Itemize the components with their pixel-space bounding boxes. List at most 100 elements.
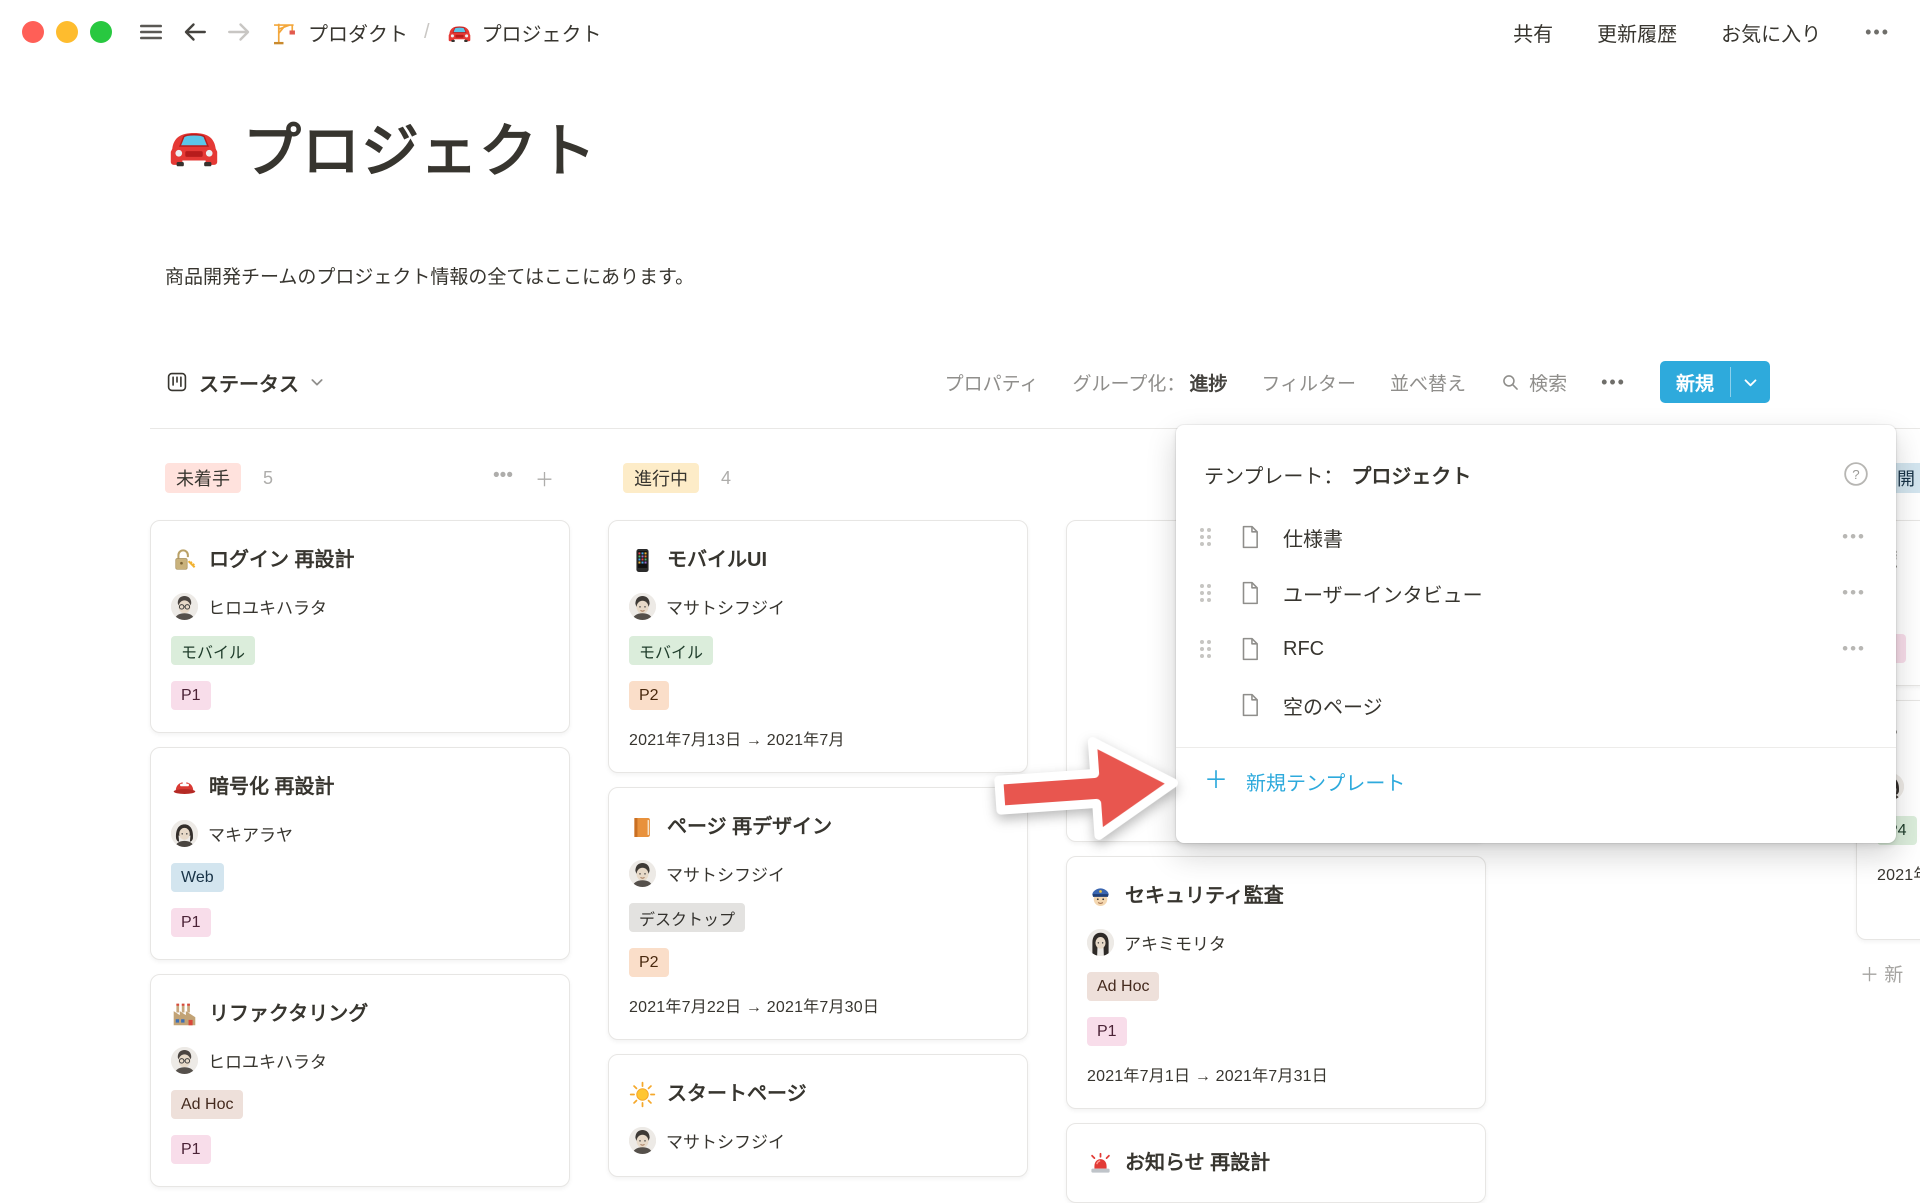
column-header: 未着手5•••＋ xyxy=(150,462,570,494)
car-icon xyxy=(446,19,473,46)
breadcrumb: プロダクト/プロジェクト xyxy=(272,18,602,47)
toolbar-item-グループ化[interactable]: グループ化：進捗 xyxy=(1073,369,1228,396)
card-person: マサトシフジイ xyxy=(629,593,1007,620)
card-title: 暗号化 再設計 xyxy=(209,770,335,804)
board-card[interactable]: リファクタリングヒロユキハラタAd HocP1 xyxy=(150,974,570,1187)
topbar-action-お気に入り[interactable]: お気に入り xyxy=(1721,18,1821,47)
board-card[interactable]: お知らせ 再設計 xyxy=(1066,1123,1486,1203)
police-icon xyxy=(1087,883,1114,910)
column-header: 進行中 4 xyxy=(608,462,1028,494)
breadcrumb-item[interactable]: プロジェクト xyxy=(446,18,602,47)
tag-pill: Ad Hoc xyxy=(171,1090,243,1119)
tag-pill: P1 xyxy=(171,908,211,937)
window-controls xyxy=(22,21,112,43)
board-card[interactable]: セキュリティ監査アキミモリタAd HocP12021年7月1日 → 2021年7… xyxy=(1066,856,1486,1109)
window-titlebar: プロダクト/プロジェクト 共有 更新履歴 お気に入り ••• xyxy=(0,0,1920,64)
new-button-group: 新規 xyxy=(1660,361,1770,403)
card-dates-fragment: 2021年 xyxy=(1877,861,1920,885)
card-title: リファクタリング xyxy=(209,997,368,1031)
card-dates: 2021年7月13日 → 2021年7月 xyxy=(629,726,1007,750)
view-label: ステータス xyxy=(199,368,299,397)
template-item-RFC[interactable]: RFC••• xyxy=(1176,621,1896,677)
topbar-action-共有[interactable]: 共有 xyxy=(1513,18,1553,47)
topbar-action-更新履歴[interactable]: 更新履歴 xyxy=(1597,18,1677,47)
column-more-button[interactable]: ••• xyxy=(493,465,513,492)
tag-pill: P1 xyxy=(1087,1017,1127,1046)
column-status-badge: 進行中 xyxy=(623,463,699,493)
page-icon xyxy=(1237,692,1263,718)
tag-pill: モバイル xyxy=(171,636,255,665)
template-item-空のページ[interactable]: 空のページ xyxy=(1176,677,1896,733)
board-view-icon xyxy=(165,370,189,394)
column-add-button[interactable]: ＋ xyxy=(535,465,554,492)
board-card[interactable]: ページ 再デザインマサトシフジイデスクトップP22021年7月22日 → 202… xyxy=(608,787,1028,1040)
column-count: 4 xyxy=(721,468,731,489)
breadcrumb-item[interactable]: プロダクト xyxy=(272,18,408,47)
drag-handle-icon[interactable] xyxy=(1200,528,1215,546)
board-card[interactable]: ログイン 再設計ヒロユキハラタモバイルP1 xyxy=(150,520,570,733)
forward-arrow-icon[interactable] xyxy=(224,17,254,47)
card-title: モバイルUI xyxy=(667,543,767,577)
zoom-window-button[interactable] xyxy=(90,21,112,43)
template-item-more-button[interactable]: ••• xyxy=(1842,583,1866,603)
search-button[interactable]: 検索 xyxy=(1500,369,1567,396)
drag-handle-icon[interactable] xyxy=(1200,640,1215,658)
view-switcher[interactable]: ステータス xyxy=(165,368,325,397)
toolbar-item-プロパティ[interactable]: プロパティ xyxy=(945,369,1039,396)
page-car-icon[interactable] xyxy=(165,117,223,175)
avatar xyxy=(171,820,198,847)
avatar xyxy=(629,860,656,887)
drag-handle-icon[interactable] xyxy=(1200,584,1215,602)
toolbar-item-value: 進捗 xyxy=(1189,374,1227,395)
card-title: セキュリティ監査 xyxy=(1125,879,1284,913)
sun-icon xyxy=(629,1081,656,1108)
board-card[interactable]: スタートページマサトシフジイ xyxy=(608,1054,1028,1177)
new-button[interactable]: 新規 xyxy=(1660,361,1730,403)
minimize-window-button[interactable] xyxy=(56,21,78,43)
page-title: プロジェクト xyxy=(243,104,597,188)
tag-pill: デスクトップ xyxy=(629,903,745,932)
page-icon xyxy=(1237,636,1263,662)
page-icon xyxy=(1237,524,1263,550)
topbar-actions: 共有 更新履歴 お気に入り ••• xyxy=(1513,18,1890,47)
avatar xyxy=(1087,929,1114,956)
card-person: マキアラヤ xyxy=(171,820,549,847)
tag-pill: Web xyxy=(171,863,224,892)
kanban-column-not-started: 未着手5•••＋ログイン 再設計ヒロユキハラタモバイルP1暗号化 再設計マキアラ… xyxy=(150,462,570,1187)
new-button-chevron[interactable] xyxy=(1731,361,1770,403)
template-item-ユーザーインタビュー[interactable]: ユーザーインタビュー••• xyxy=(1176,565,1896,621)
person-name: アキミモリタ xyxy=(1124,930,1226,955)
person-name: マサトシフジイ xyxy=(666,594,785,619)
toolbar-item-フィルター[interactable]: フィルター xyxy=(1261,369,1356,396)
view-toolbar: ステータス プロパティ グループ化：進捗 フィルター 並べ替え 検索 ••• 新規 xyxy=(150,356,1770,408)
help-icon[interactable]: ? xyxy=(1842,460,1870,488)
avatar xyxy=(171,593,198,620)
card-person: ヒロユキハラタ xyxy=(171,1047,549,1074)
avatar xyxy=(629,1127,656,1154)
toolbar-more-button[interactable]: ••• xyxy=(1601,372,1626,393)
person-name: マキアラヤ xyxy=(208,821,293,846)
tag-pill: P1 xyxy=(171,681,211,710)
template-popup-header: テンプレート： プロジェクト ? xyxy=(1176,425,1896,509)
tag-pill: Ad Hoc xyxy=(1087,972,1159,1001)
avatar xyxy=(171,1047,198,1074)
template-item-仕様書[interactable]: 仕様書••• xyxy=(1176,509,1896,565)
template-item-more-button[interactable]: ••• xyxy=(1842,527,1866,547)
template-item-more-button[interactable]: ••• xyxy=(1842,639,1866,659)
search-icon xyxy=(1500,372,1521,393)
column-status-badge: 未着手 xyxy=(165,463,241,493)
factory-icon xyxy=(171,1001,198,1028)
back-arrow-icon[interactable] xyxy=(180,17,210,47)
toolbar-item-並べ替え[interactable]: 並べ替え xyxy=(1390,369,1466,396)
topbar-more-button[interactable]: ••• xyxy=(1865,22,1890,43)
book-icon xyxy=(629,814,656,841)
siren-icon xyxy=(1087,1150,1114,1177)
search-label: 検索 xyxy=(1529,369,1567,396)
sidebar-menu-icon[interactable] xyxy=(136,17,166,47)
close-window-button[interactable] xyxy=(22,21,44,43)
board-card[interactable]: モバイルUIマサトシフジイモバイルP22021年7月13日 → 2021年7月 xyxy=(608,520,1028,773)
new-template-button[interactable]: ＋ 新規テンプレート xyxy=(1176,748,1896,814)
board-card[interactable]: 暗号化 再設計マキアラヤ Web P1 xyxy=(150,747,570,960)
template-popup-title-label: テンプレート： xyxy=(1204,460,1343,489)
column-add-card-button[interactable]: ＋ 新 xyxy=(1860,960,1920,987)
